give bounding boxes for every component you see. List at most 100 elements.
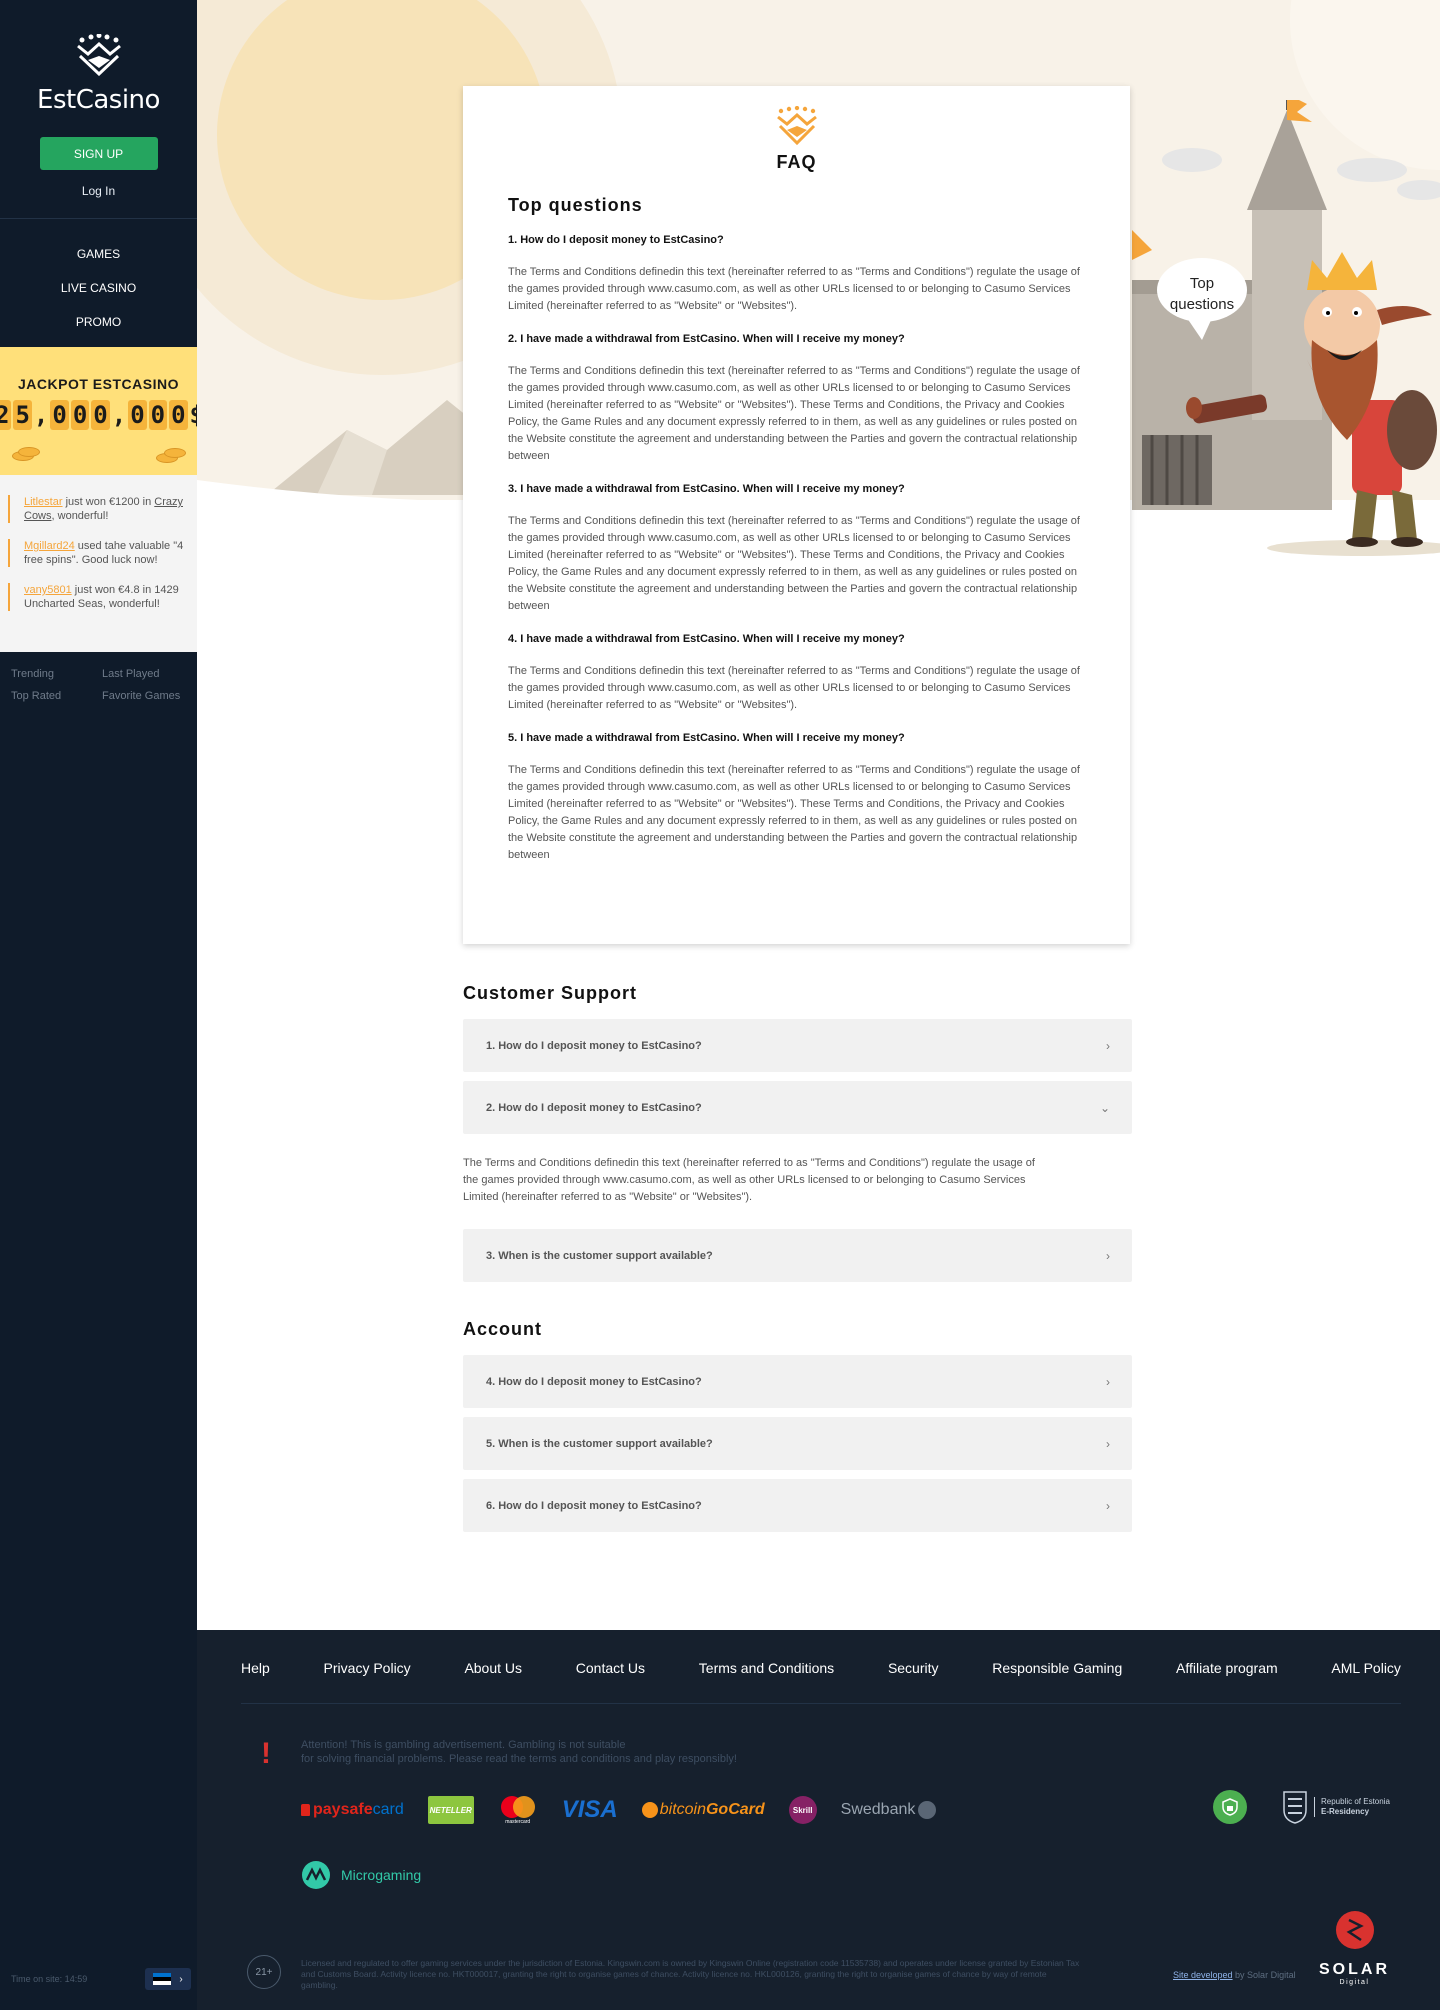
recent-wins-feed: Litlestar just won €1200 in Crazy Cows, … [0,475,197,652]
accordion-label: 3. When is the customer support availabl… [486,1249,713,1262]
chevron-right-icon: › [179,1973,183,1985]
win-item: Litlestar just won €1200 in Crazy Cows, … [8,495,197,523]
account-heading: Account [463,1319,542,1339]
jackpot-digit: 0 [148,400,168,430]
swedbank-emblem-icon [918,1801,937,1819]
paysafecard-text: card [372,1801,404,1818]
jackpot-separator: , [33,401,49,429]
faq-question: 3. I have made a withdrawal from EstCasi… [508,483,905,495]
warning-line: for solving financial problems. Please r… [301,1753,737,1765]
footer-link-responsible-gaming[interactable]: Responsible Gaming [992,1660,1122,1676]
chevron-right-icon: › [1106,1436,1110,1451]
jackpot-currency: $ [189,401,197,429]
link-last-played[interactable]: Last Played [102,668,191,680]
faq-question: 4. I have made a withdrawal from EstCasi… [508,633,905,645]
link-trending[interactable]: Trending [11,668,102,680]
footer-link-about-us[interactable]: About Us [464,1660,522,1676]
legal-text: Licensed and regulated to offer gaming s… [301,1958,1080,1990]
footer-link-contact-us[interactable]: Contact Us [576,1660,645,1676]
footer-link-privacy-policy[interactable]: Privacy Policy [324,1660,411,1676]
skrill-text: Skrill [792,1805,813,1815]
site-developed-link[interactable]: Site developed [1173,1970,1233,1980]
footer-link-help[interactable]: Help [241,1660,270,1676]
win-item: Mgillard24 used tahe valuable "4 free sp… [8,539,197,567]
estonia-flag-icon [153,1973,172,1985]
e-residency-line: E-Residency [1321,1807,1370,1816]
microgaming-text: Microgaming [341,1867,422,1883]
king-castle-illustration: Top questions [1132,100,1440,556]
age-restriction-badge: 21+ [247,1955,281,1989]
speech-bubble-line2: questions [1170,296,1234,313]
bitcoin-text: bitcoin [659,1801,706,1818]
log-in-link[interactable]: Log In [0,184,197,198]
jackpot-digit: 2 [0,400,12,430]
win-item: vany5801 just won €4.8 in 1429 Uncharted… [8,583,197,611]
footer: Help Privacy Policy About Us Contact Us … [197,1630,1440,2010]
jackpot-banner[interactable]: JACKPOT ESTCASINO 2 5 , 0 0 0 , 0 0 0 $ [0,347,197,475]
accordion-label: 5. When is the customer support availabl… [486,1437,713,1450]
coin-icon [18,447,40,457]
footer-link-security[interactable]: Security [888,1660,939,1676]
solar-sub: Digital [1339,1979,1370,1986]
microgaming-logo: Microgaming [301,1860,421,1890]
faq-question: 2. I have made a withdrawal from EstCasi… [508,333,905,345]
microgaming-icon [302,1861,330,1889]
win-text: just won €1200 in [62,496,155,508]
speech-bubble-line1: Top [1190,275,1214,292]
link-favorite-games[interactable]: Favorite Games [102,690,191,702]
lock-icon [301,1804,310,1816]
nav-games[interactable]: GAMES [0,237,197,271]
link-top-rated[interactable]: Top Rated [11,690,102,702]
time-on-site: Time on site: 14:59 [11,1974,88,1984]
jackpot-title: JACKPOT ESTCASINO [18,376,179,392]
solar-name: SOLAR [1319,1961,1390,1978]
crown-logo-icon [76,33,121,77]
accordion-label: 1. How do I deposit money to EstCasino? [486,1039,702,1052]
nav-promo[interactable]: PROMO [0,305,197,339]
win-user-link[interactable]: Mgillard24 [24,540,75,552]
sign-up-button[interactable]: SIGN UP [39,137,158,170]
swedbank-logo: Swedbank [841,1801,937,1819]
jackpot-digit: 0 [91,400,110,430]
language-selector[interactable]: › [145,1968,191,1990]
jackpot-digit: 5 [13,400,32,430]
swedbank-text: Swedbank [840,1801,916,1818]
logo[interactable]: EstCasino [0,0,197,115]
footer-link-aml[interactable]: AML Policy [1331,1660,1401,1676]
estonia-coat-of-arms-icon [1283,1791,1307,1824]
jackpot-digit: 0 [169,400,188,430]
jackpot-digit: 0 [70,400,90,430]
accordion-label: 6. How do I deposit money to EstCasino? [486,1499,702,1512]
accordion-item[interactable]: 3. When is the customer support availabl… [463,1229,1132,1282]
bitcoin-icon [641,1802,658,1818]
gambling-warning: Attention! This is gambling advertisemen… [301,1738,737,1766]
bitcoin-gocard-logo: bitcoin GoCard [641,1801,765,1819]
accordion-item[interactable]: 6. How do I deposit money to EstCasino? … [463,1479,1132,1532]
jackpot-digit: 0 [128,400,147,430]
site-developer-credit: Site developed by Solar Digital [1173,1970,1296,1980]
footer-link-affiliate[interactable]: Affiliate program [1176,1660,1278,1676]
neteller-logo: NETELLER [427,1796,474,1824]
accordion-item[interactable]: 4. How do I deposit money to EstCasino? … [463,1355,1132,1408]
faq-answer: The Terms and Conditions definedin this … [508,515,1080,612]
accordion-item[interactable]: 5. When is the customer support availabl… [463,1417,1132,1470]
accordion-item[interactable]: 1. How do I deposit money to EstCasino? … [463,1019,1132,1072]
chevron-right-icon: › [1106,1498,1110,1513]
nav-live-casino[interactable]: LIVE CASINO [0,271,197,305]
faq-answer: The Terms and Conditions definedin this … [508,266,1080,312]
accordion-item-expanded[interactable]: 2. How do I deposit money to EstCasino? … [463,1081,1132,1134]
e-residency-text: Republic of Estonia E-Residency [1314,1797,1390,1817]
warning-icon: ! [261,1737,271,1770]
faq-question: 5. I have made a withdrawal from EstCasi… [508,732,905,744]
warning-line: Attention! This is gambling advertisemen… [301,1739,626,1751]
win-user-link[interactable]: vany5801 [24,584,72,596]
accordion-label: 2. How do I deposit money to EstCasino? [486,1101,702,1114]
customer-support-heading: Customer Support [463,983,638,1003]
win-user-link[interactable]: Litlestar [24,496,63,508]
jackpot-digit: 0 [50,400,69,430]
gocard-text: GoCard [705,1801,765,1818]
visa-text: VISA [561,1796,618,1823]
solar-digital-logo[interactable]: SOLAR Digital [1319,1910,1390,1986]
footer-link-terms[interactable]: Terms and Conditions [699,1660,834,1676]
e-residency-line: Republic of Estonia [1321,1797,1390,1806]
